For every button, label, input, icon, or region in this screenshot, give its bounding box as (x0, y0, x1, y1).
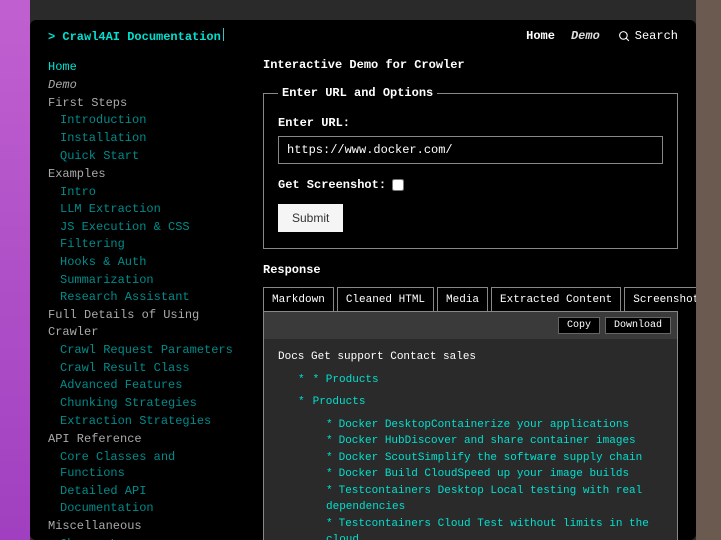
sidebar-item[interactable]: Crawl Request Parameters (48, 342, 245, 359)
response-title: Response (263, 263, 678, 277)
nav-demo[interactable]: Demo (571, 29, 600, 43)
screenshot-checkbox[interactable] (392, 179, 404, 191)
list-item: ** Products (278, 372, 663, 389)
brand: > Crawl4AI Documentation (48, 28, 510, 44)
sidebar-item[interactable]: Research Assistant (48, 289, 245, 306)
sidebar-section: Miscellaneous (48, 518, 245, 535)
tab[interactable]: Extracted Content (491, 287, 621, 312)
copy-button[interactable]: Copy (558, 317, 600, 334)
sidebar-item[interactable]: Detailed API Documentation (48, 483, 245, 517)
main-content: Interactive Demo for Crowler Enter URL a… (245, 52, 696, 540)
fieldset-legend: Enter URL and Options (278, 86, 437, 100)
sidebar-section: Examples (48, 166, 245, 183)
tab[interactable]: Media (437, 287, 488, 312)
sidebar-item[interactable]: Change Log (48, 536, 245, 540)
sidebar-section: API Reference (48, 431, 245, 448)
sidebar-item[interactable]: Intro (48, 184, 245, 201)
sidebar-item[interactable]: Home (48, 59, 245, 76)
header: > Crawl4AI Documentation Home Demo Searc… (30, 20, 696, 52)
tab[interactable]: Cleaned HTML (337, 287, 434, 312)
page-title: Interactive Demo for Crowler (263, 58, 678, 72)
sidebar-item[interactable]: Crawl Result Class (48, 360, 245, 377)
sidebar-item[interactable]: Demo (48, 77, 245, 94)
sidebar-section: First Steps (48, 95, 245, 112)
sidebar-item[interactable]: Quick Start (48, 148, 245, 165)
list-item: *Docker Build CloudSpeed up your image b… (278, 466, 663, 483)
tabs: MarkdownCleaned HTMLMediaExtracted Conte… (263, 287, 678, 312)
list-item: *Docker HubDiscover and share container … (278, 433, 663, 450)
list-item: *Testcontainers Cloud Test without limit… (278, 516, 663, 540)
response-panel: Copy Download Docs Get support Contact s… (263, 311, 678, 540)
sidebar-item[interactable]: Hooks & Auth (48, 254, 245, 271)
sidebar-item[interactable]: Chunking Strategies (48, 395, 245, 412)
list-item: *Testcontainers Desktop Local testing wi… (278, 483, 663, 516)
sidebar-item[interactable]: JS Execution & CSS Filtering (48, 219, 245, 253)
search-icon (618, 30, 631, 43)
download-button[interactable]: Download (605, 317, 671, 334)
sidebar-item[interactable]: Advanced Features (48, 377, 245, 394)
list-item: *Docker DesktopContainerize your applica… (278, 417, 663, 434)
sidebar: HomeDemoFirst StepsIntroductionInstallat… (30, 52, 245, 540)
url-label: Enter URL: (278, 116, 663, 130)
url-fieldset: Enter URL and Options Enter URL: Get Scr… (263, 86, 678, 249)
response-body: Docs Get support Contact sales ** Product… (264, 339, 677, 540)
screenshot-label: Get Screenshot: (278, 178, 386, 192)
url-input[interactable] (278, 136, 663, 164)
submit-button[interactable]: Submit (278, 204, 343, 232)
sidebar-item[interactable]: Core Classes and Functions (48, 449, 245, 483)
search-label: Search (635, 29, 678, 43)
sidebar-item[interactable]: Introduction (48, 112, 245, 129)
sidebar-item[interactable]: Summarization (48, 272, 245, 289)
search-button[interactable]: Search (618, 29, 678, 43)
response-text: Docs Get support Contact sales (278, 349, 663, 366)
list-item: *Products (278, 394, 663, 411)
sidebar-section: Full Details of Using Crawler (48, 307, 245, 341)
sidebar-item[interactable]: Extraction Strategies (48, 413, 245, 430)
tab[interactable]: Screenshot (624, 287, 696, 312)
panel-toolbar: Copy Download (264, 312, 677, 339)
list-item: *Docker ScoutSimplify the software suppl… (278, 450, 663, 467)
tab[interactable]: Markdown (263, 287, 334, 312)
app-window: > Crawl4AI Documentation Home Demo Searc… (30, 20, 696, 540)
nav-home[interactable]: Home (526, 29, 555, 43)
sidebar-item[interactable]: LLM Extraction (48, 201, 245, 218)
sidebar-item[interactable]: Installation (48, 130, 245, 147)
